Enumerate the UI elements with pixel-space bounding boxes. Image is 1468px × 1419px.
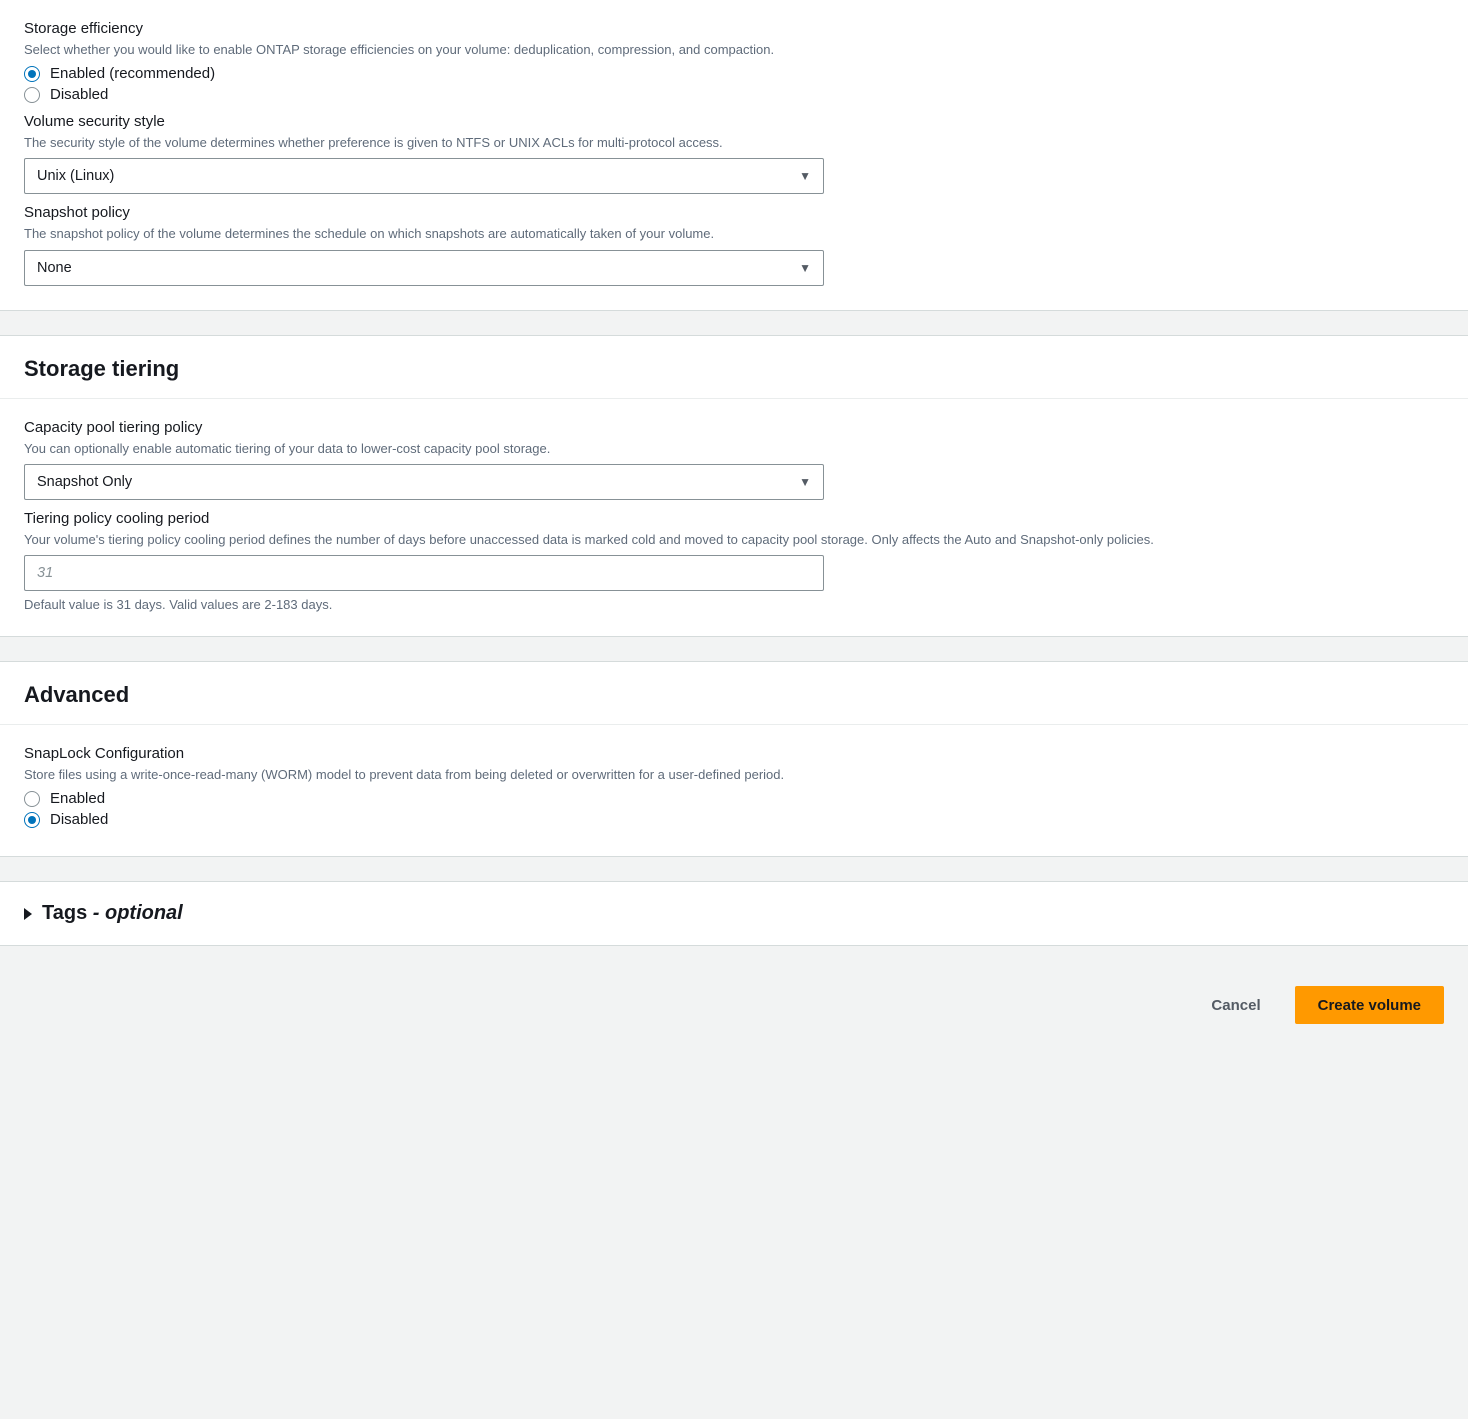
radio-unselected-icon (24, 87, 40, 103)
caret-down-icon: ▼ (799, 475, 811, 489)
caret-down-icon: ▼ (799, 261, 811, 275)
capacity-policy-desc: You can optionally enable automatic tier… (24, 440, 824, 458)
storage-tiering-body: Capacity pool tiering policy You can opt… (0, 399, 1468, 636)
advanced-header: Advanced (0, 662, 1468, 725)
tags-optional-suffix: - optional (87, 902, 183, 924)
radio-selected-icon (24, 66, 40, 82)
volume-security-label: Volume security style (24, 113, 824, 130)
cooling-period-label: Tiering policy cooling period (24, 510, 1444, 527)
storage-efficiency-desc: Select whether you would like to enable … (24, 41, 824, 59)
storage-efficiency-field: Storage efficiency Select whether you wo… (24, 20, 824, 103)
snaplock-label: SnapLock Configuration (24, 745, 824, 762)
storage-tiering-panel: Storage tiering Capacity pool tiering po… (0, 335, 1468, 637)
snaplock-enabled-option[interactable]: Enabled (24, 790, 824, 807)
storage-tiering-heading: Storage tiering (24, 356, 1444, 382)
capacity-policy-value: Snapshot Only (37, 474, 132, 490)
cooling-period-hint: Default value is 31 days. Valid values a… (24, 597, 1444, 612)
snapshot-policy-label: Snapshot policy (24, 204, 824, 221)
tags-label: Tags (42, 902, 87, 924)
snapshot-policy-field: Snapshot policy The snapshot policy of t… (24, 204, 824, 285)
volume-security-desc: The security style of the volume determi… (24, 134, 824, 152)
cooling-period-field: Tiering policy cooling period Your volum… (24, 510, 1444, 612)
snapshot-policy-select[interactable]: None ▼ (24, 250, 824, 286)
capacity-policy-select[interactable]: Snapshot Only ▼ (24, 464, 824, 500)
volume-settings-body: Storage efficiency Select whether you wo… (0, 0, 1468, 310)
volume-settings-panel: Storage efficiency Select whether you wo… (0, 0, 1468, 311)
tags-expander[interactable]: Tags - optional (0, 881, 1468, 946)
storage-efficiency-enabled-option[interactable]: Enabled (recommended) (24, 65, 824, 82)
caret-right-icon (24, 908, 32, 920)
storage-efficiency-enabled-label: Enabled (recommended) (50, 65, 215, 82)
radio-unselected-icon (24, 791, 40, 807)
storage-efficiency-label: Storage efficiency (24, 20, 824, 37)
cooling-period-desc: Your volume's tiering policy cooling per… (24, 531, 1444, 549)
snaplock-desc: Store files using a write-once-read-many… (24, 766, 824, 784)
snaplock-field: SnapLock Configuration Store files using… (24, 745, 824, 828)
advanced-heading: Advanced (24, 682, 1444, 708)
snaplock-disabled-option[interactable]: Disabled (24, 811, 824, 828)
snapshot-policy-value: None (37, 260, 72, 276)
tags-heading: Tags - optional (42, 902, 183, 925)
footer-actions: Cancel Create volume (0, 970, 1468, 1048)
snapshot-policy-desc: The snapshot policy of the volume determ… (24, 225, 824, 243)
snaplock-disabled-label: Disabled (50, 811, 108, 828)
capacity-policy-label: Capacity pool tiering policy (24, 419, 824, 436)
create-volume-button[interactable]: Create volume (1295, 986, 1444, 1024)
storage-tiering-header: Storage tiering (0, 336, 1468, 399)
advanced-panel: Advanced SnapLock Configuration Store fi… (0, 661, 1468, 857)
radio-selected-icon (24, 812, 40, 828)
cancel-button[interactable]: Cancel (1189, 986, 1282, 1024)
storage-efficiency-disabled-label: Disabled (50, 86, 108, 103)
snaplock-enabled-label: Enabled (50, 790, 105, 807)
volume-security-field: Volume security style The security style… (24, 113, 824, 194)
advanced-body: SnapLock Configuration Store files using… (0, 725, 1468, 856)
capacity-policy-field: Capacity pool tiering policy You can opt… (24, 419, 824, 500)
volume-security-value: Unix (Linux) (37, 168, 114, 184)
volume-security-select[interactable]: Unix (Linux) ▼ (24, 158, 824, 194)
storage-efficiency-disabled-option[interactable]: Disabled (24, 86, 824, 103)
caret-down-icon: ▼ (799, 169, 811, 183)
cooling-period-input[interactable] (24, 555, 824, 591)
